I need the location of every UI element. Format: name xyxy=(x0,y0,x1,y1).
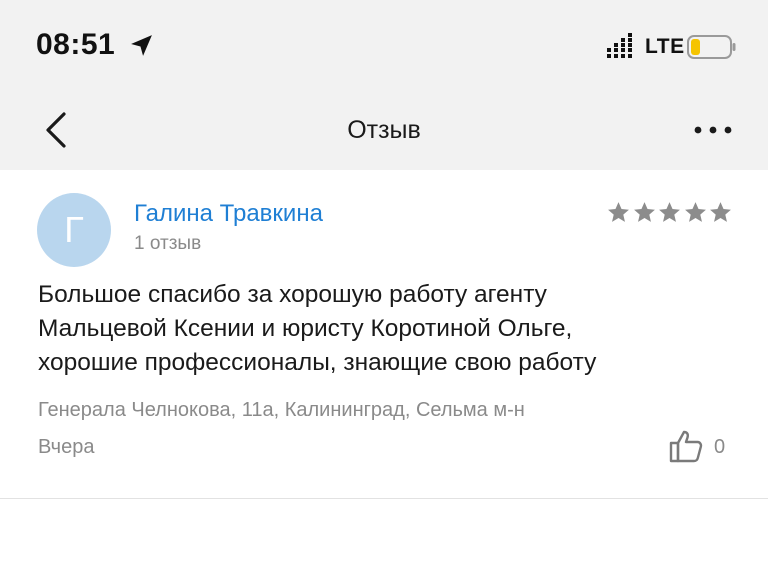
rating-stars xyxy=(606,200,734,226)
review-text-line: Большое спасибо за хорошую работу агенту xyxy=(38,281,547,308)
battery-icon xyxy=(687,35,736,59)
author-name[interactable]: Галина Травкина xyxy=(134,200,323,228)
top-area: 08:51 LTE Отзыв xyxy=(0,0,768,170)
review-card: Г Галина Травкина 1 отзыв Большое спасиб… xyxy=(0,170,768,499)
nav-bar: Отзыв xyxy=(0,92,768,170)
review-text-line: хорошие профессионалы, знающие свою рабо… xyxy=(38,349,597,376)
status-time: 08:51 xyxy=(36,28,116,61)
more-button[interactable] xyxy=(692,120,734,140)
divider xyxy=(0,498,768,499)
page-title: Отзыв xyxy=(347,116,421,144)
avatar[interactable]: Г xyxy=(37,193,111,267)
review-address: Генерала Челнокова, 11а, Калининград, Се… xyxy=(38,399,525,421)
review-text-line: Мальцевой Ксении и юристу Коротиной Ольг… xyxy=(38,315,573,342)
star-icon xyxy=(659,202,680,222)
star-icon xyxy=(710,202,731,222)
signal-icon xyxy=(607,33,632,58)
like-count: 0 xyxy=(714,436,726,458)
status-bar: 08:51 LTE xyxy=(0,0,768,92)
star-icon xyxy=(633,202,655,222)
thumbs-up-icon xyxy=(669,430,703,463)
like-button[interactable]: 0 xyxy=(668,428,734,466)
location-arrow-icon xyxy=(131,35,152,56)
author-reviews-count: 1 отзыв xyxy=(134,233,202,254)
star-icon xyxy=(684,202,706,222)
star-icon xyxy=(608,202,629,222)
review-text: Большое спасибо за хорошую работу агенту… xyxy=(38,278,738,380)
network-type: LTE xyxy=(645,35,685,58)
review-date: Вчера xyxy=(38,436,95,458)
